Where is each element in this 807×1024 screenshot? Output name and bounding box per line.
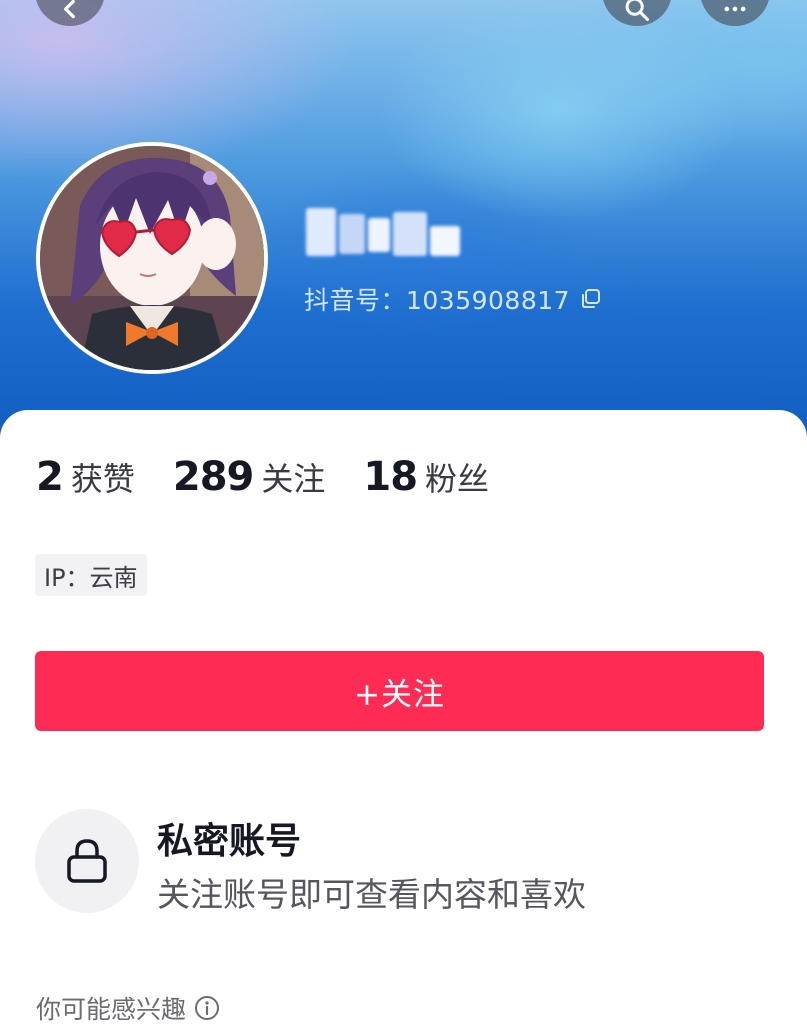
profile-card: 2 获赞 289 关注 18 粉丝 IP：云南 +关注 私密账号 关注账号即可查… (0, 410, 807, 1024)
avatar[interactable] (36, 142, 268, 374)
search-button[interactable] (602, 0, 672, 26)
stat-followers-value: 18 (363, 454, 418, 500)
stat-likes[interactable]: 2 获赞 (36, 454, 135, 500)
douyin-id-text: 抖音号：1035908817 (304, 286, 571, 315)
ip-location-tag: IP：云南 (35, 554, 147, 596)
private-account-description: 关注账号即可查看内容和喜欢 (157, 875, 586, 914)
more-icon (724, 6, 746, 12)
stat-following-value: 289 (172, 454, 254, 500)
stats-row: 2 获赞 289 关注 18 粉丝 (36, 454, 489, 500)
stat-likes-value: 2 (36, 454, 64, 500)
stat-followers-label: 粉丝 (425, 460, 490, 498)
username-blurred (306, 204, 474, 260)
stat-following[interactable]: 289 关注 (173, 454, 326, 500)
search-icon (625, 0, 650, 22)
info-icon[interactable] (194, 995, 220, 1021)
stat-following-label: 关注 (261, 460, 326, 498)
avatar-image (40, 146, 264, 370)
stat-likes-label: 获赞 (70, 460, 135, 498)
stat-followers[interactable]: 18 粉丝 (363, 454, 489, 500)
chevron-left-icon (64, 0, 75, 19)
profile-header: 抖音号：1035908817 (0, 0, 807, 470)
lock-icon (67, 839, 107, 883)
copy-icon[interactable] (580, 288, 602, 310)
back-button[interactable] (35, 0, 105, 26)
more-button[interactable] (700, 0, 770, 26)
profile-page: 抖音号：1035908817 2 获赞 289 关注 18 粉丝 IP：云南 +… (0, 0, 807, 1024)
lock-badge (35, 809, 139, 913)
suggestions-header: 你可能感兴趣 (36, 990, 220, 1024)
follow-button[interactable]: +关注 (35, 651, 764, 731)
private-account-title: 私密账号 (157, 821, 302, 862)
suggestions-label: 你可能感兴趣 (36, 995, 187, 1024)
douyin-id: 抖音号：1035908817 (304, 282, 602, 316)
